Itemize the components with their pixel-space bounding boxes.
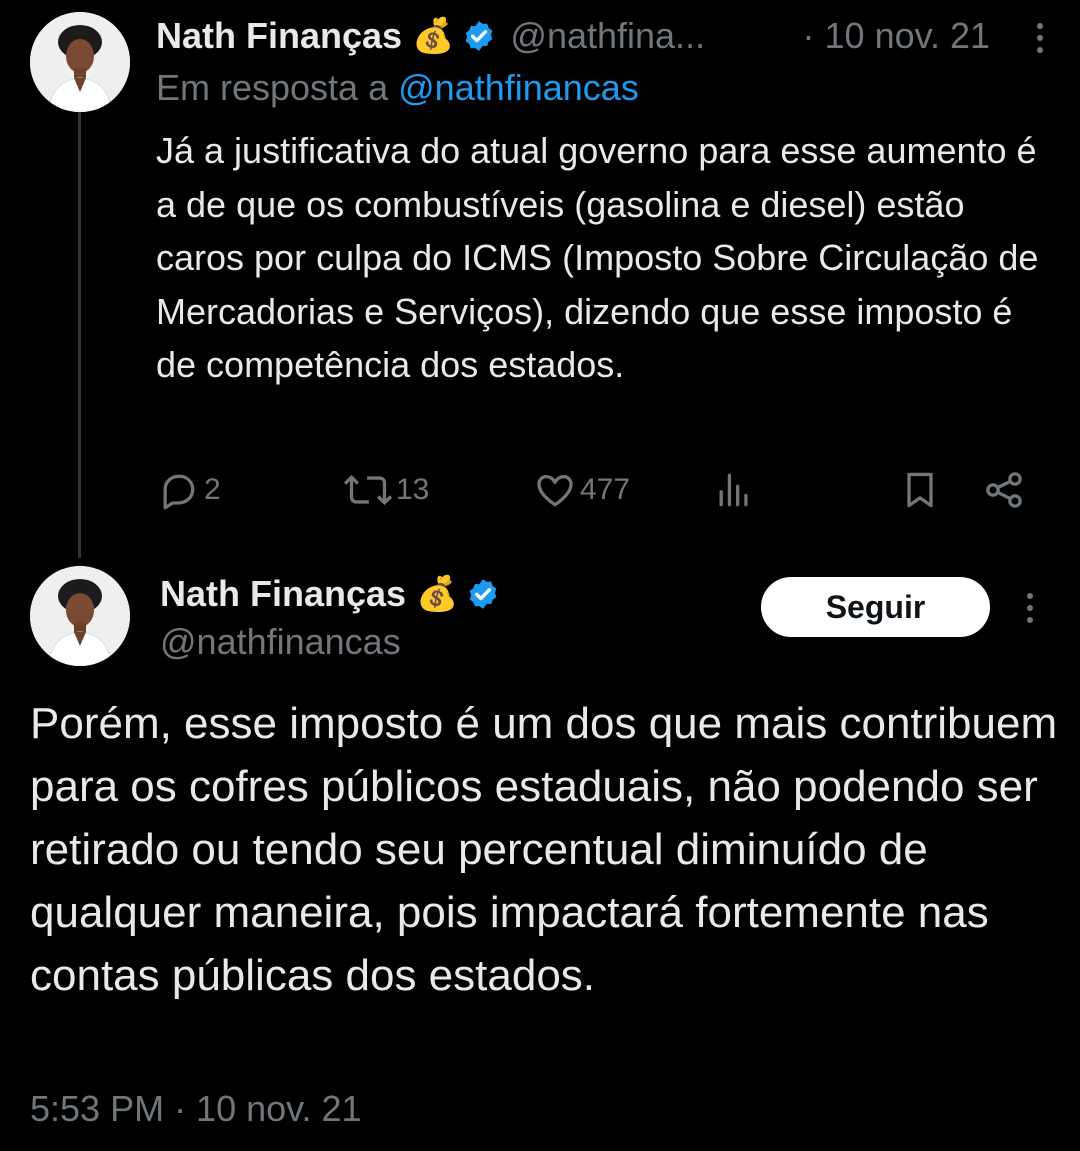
main-tweet-text: Porém, esse imposto é um dos que mais co…: [30, 699, 1058, 1000]
tweet-actions: 2 13 477: [156, 462, 1036, 518]
bookmark-icon: [907, 472, 933, 508]
reply-tweet-header: Nath Finanças 💰 @nathfina...: [156, 14, 705, 58]
reply-prefix: Em resposta a: [156, 67, 389, 108]
like-button[interactable]: 477: [532, 462, 630, 518]
main-tweet-author: Nath Finanças 💰: [160, 572, 500, 616]
retweet-count: 13: [396, 473, 430, 506]
share-icon: [986, 472, 1022, 508]
more-icon[interactable]: [1034, 20, 1046, 56]
handle[interactable]: @nathfina...: [510, 15, 705, 57]
reply-icon: [163, 474, 195, 510]
display-name[interactable]: Nath Finanças: [160, 573, 406, 615]
avatar[interactable]: [30, 12, 130, 112]
verified-badge-icon: [470, 579, 497, 609]
like-count: 477: [580, 473, 631, 506]
views-button[interactable]: [712, 462, 756, 518]
money-bag-emoji: 💰: [416, 574, 459, 614]
tweet-timestamp[interactable]: 5:53 PM · 10 nov. 21: [30, 1086, 362, 1132]
follow-button[interactable]: Seguir: [761, 577, 990, 637]
tweet-thread: Nath Finanças 💰 @nathfina... · 10 nov. 2…: [0, 0, 1080, 1151]
money-bag-emoji: 💰: [412, 16, 455, 56]
views-icon: [719, 473, 748, 507]
verified-badge-icon: [466, 21, 493, 51]
retweet-icon: [343, 474, 393, 506]
display-name[interactable]: Nath Finanças: [156, 15, 402, 57]
reply-context: Em resposta a @nathfinancas: [156, 66, 639, 110]
like-icon: [537, 475, 573, 507]
more-icon[interactable]: [1024, 590, 1036, 626]
avatar[interactable]: [30, 566, 130, 666]
handle[interactable]: @nathfinancas: [160, 620, 401, 664]
retweet-button[interactable]: 13: [340, 462, 429, 518]
reply-button[interactable]: 2: [156, 462, 221, 518]
tweet-date[interactable]: · 10 nov. 21: [803, 14, 990, 58]
reply-tweet-text: Já a justificativa do atual governo para…: [156, 130, 1039, 385]
thread-connector-line: [78, 112, 81, 558]
bookmark-button[interactable]: [898, 462, 942, 518]
reply-mention-link[interactable]: @nathfinancas: [398, 67, 639, 108]
share-button[interactable]: [982, 462, 1026, 518]
reply-count: 2: [204, 473, 221, 506]
